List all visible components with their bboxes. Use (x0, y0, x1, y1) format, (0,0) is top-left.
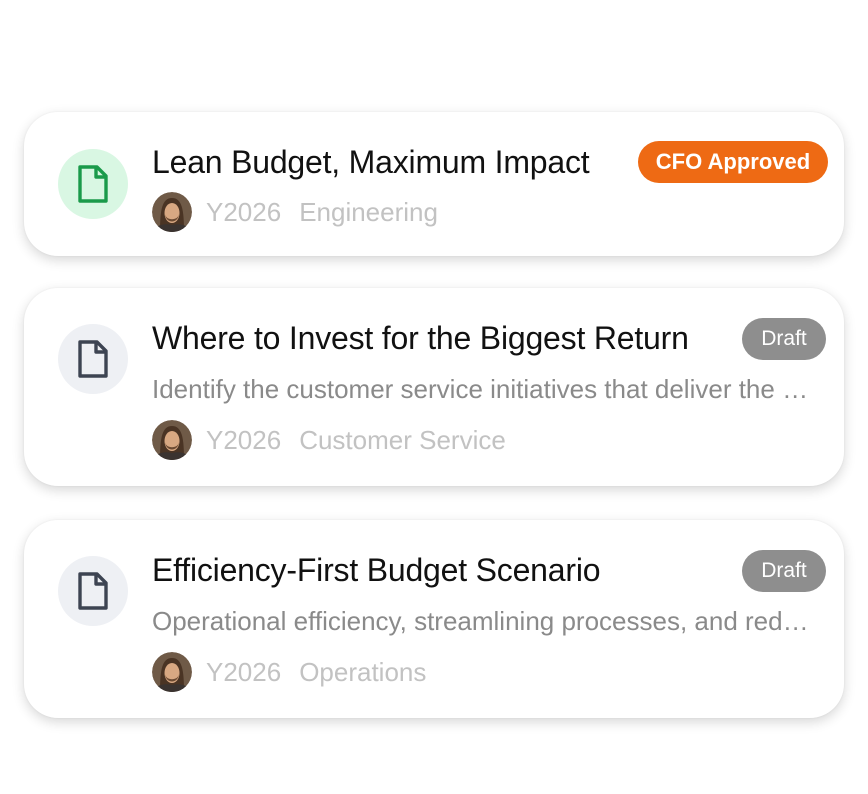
status-badge: Draft (742, 550, 826, 592)
scenario-card[interactable]: Efficiency-First Budget Scenario Draft O… (24, 520, 844, 718)
status-badge: CFO Approved (638, 141, 828, 183)
scenario-meta: Y2026 Customer Service (152, 420, 506, 460)
scenario-title[interactable]: Where to Invest for the Biggest Return (152, 320, 689, 357)
avatar (152, 652, 192, 692)
scenario-title[interactable]: Efficiency-First Budget Scenario (152, 552, 601, 589)
avatar (152, 192, 192, 232)
scenario-meta: Y2026 Engineering (152, 192, 438, 232)
year-label: Y2026 (206, 656, 282, 687)
year-label: Y2026 (206, 196, 282, 227)
document-icon (58, 324, 128, 394)
scenario-card[interactable]: Lean Budget, Maximum Impact CFO Approved… (24, 112, 844, 256)
document-icon (58, 149, 128, 219)
scenario-meta: Y2026 Operations (152, 652, 426, 692)
department-label: Engineering (299, 196, 438, 227)
department-label: Customer Service (299, 424, 506, 455)
year-label: Y2026 (206, 424, 282, 455)
status-badge: Draft (742, 318, 826, 360)
department-label: Operations (299, 656, 427, 687)
scenario-description: Identify the customer service initiative… (152, 374, 820, 404)
scenario-card[interactable]: Where to Invest for the Biggest Return D… (24, 288, 844, 486)
avatar (152, 420, 192, 460)
scenario-title[interactable]: Lean Budget, Maximum Impact (152, 144, 590, 181)
scenario-description: Operational efficiency, streamlining pro… (152, 606, 820, 636)
document-icon (58, 556, 128, 626)
